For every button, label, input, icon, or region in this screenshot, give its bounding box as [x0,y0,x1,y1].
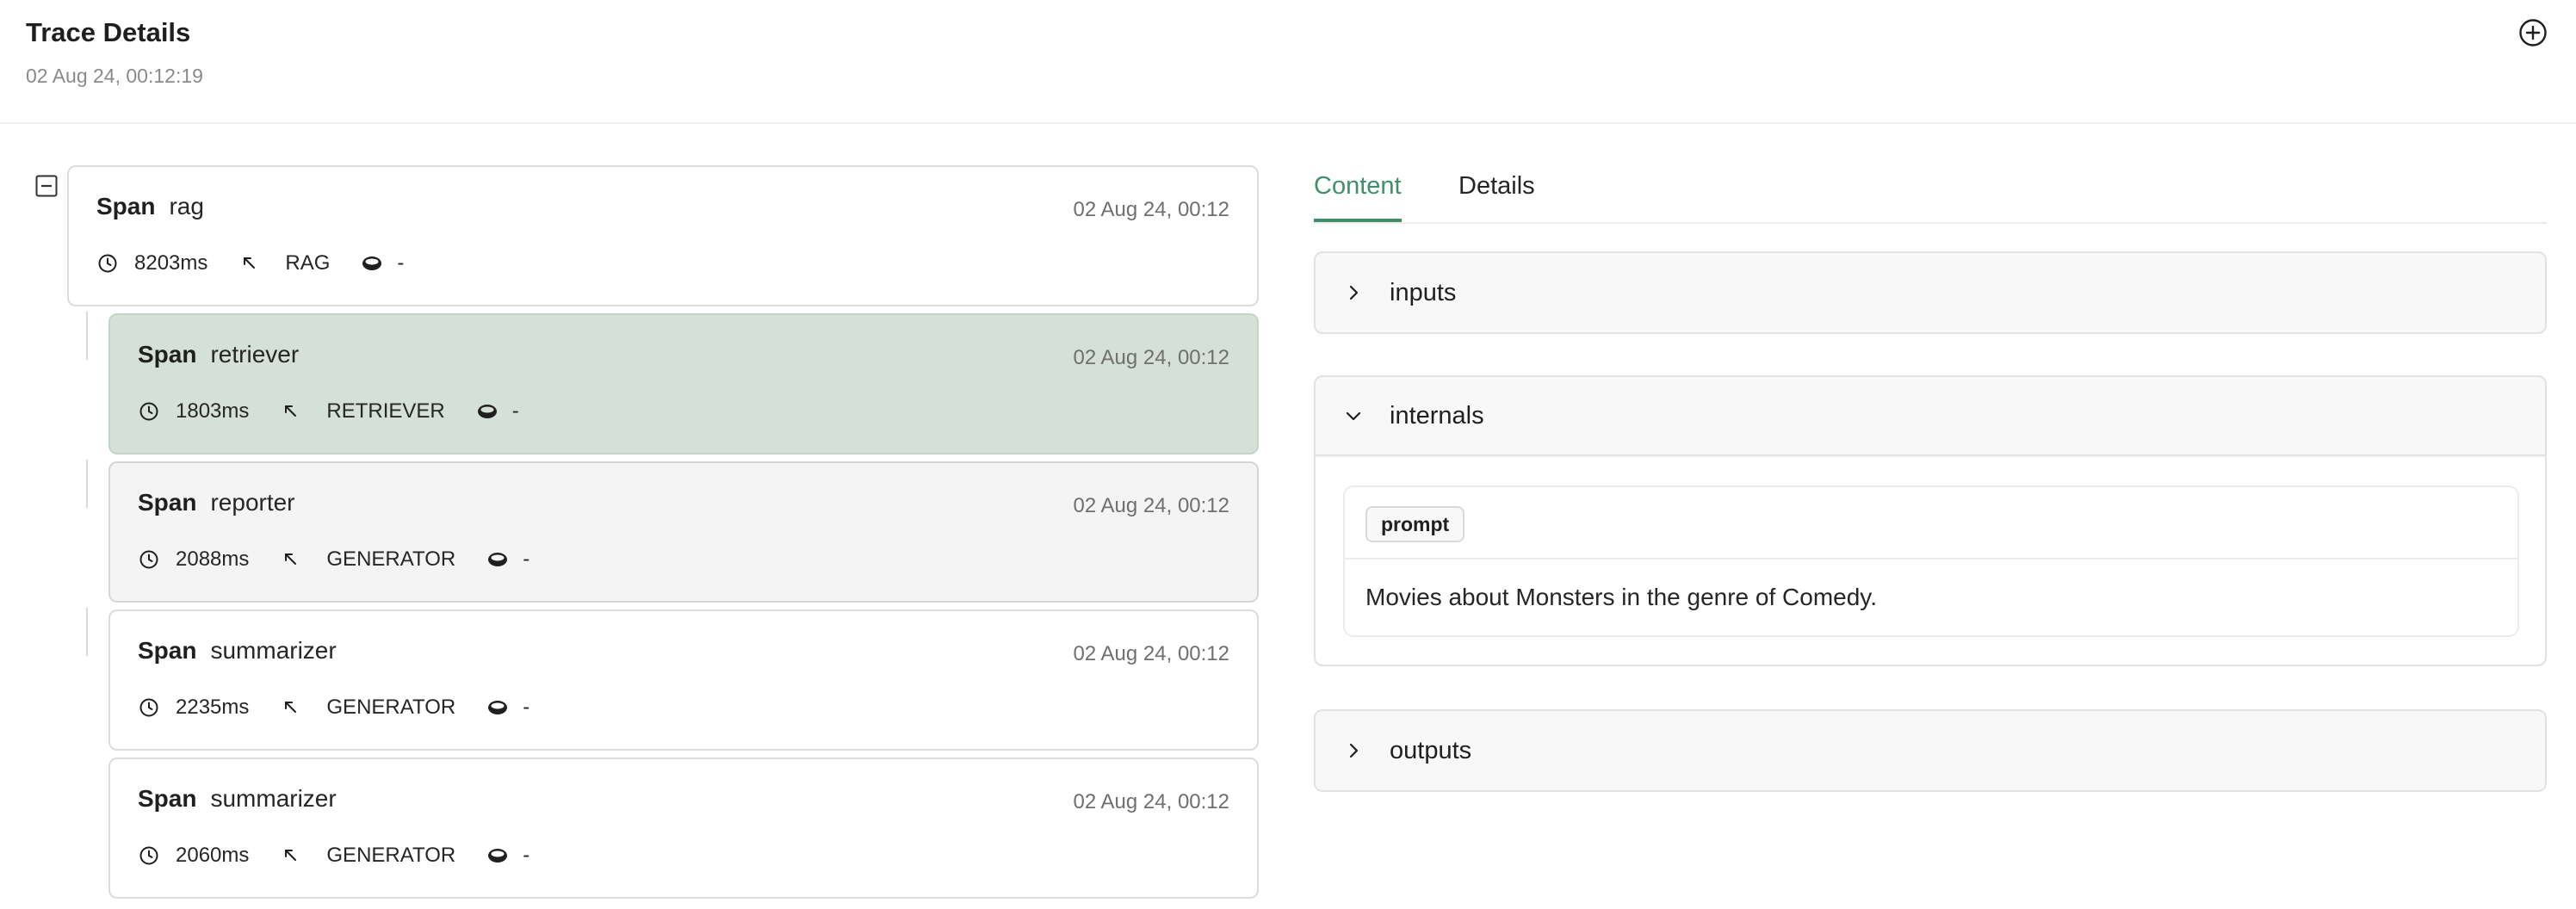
span-duration: 8203ms [134,251,208,275]
minus-square-icon [35,175,58,197]
span-heading: Span summarizer [138,785,337,813]
clock-icon [138,696,160,719]
span-meta: 2060ms GENERATOR - [138,844,529,868]
collapse-tree-button[interactable] [34,174,59,198]
tab-details[interactable]: Details [1458,172,1535,222]
span-timestamp: 02 Aug 24, 00:12 [1073,346,1230,369]
coin-icon [476,400,498,423]
arrow-up-left-icon [280,696,302,719]
span-type: GENERATOR [326,844,456,867]
clock-icon [138,844,160,867]
arrow-up-left-icon [280,400,302,423]
variable-card: prompt Movies about Monsters in the genr… [1343,485,2519,637]
span-timestamp: 02 Aug 24, 00:12 [1073,790,1230,813]
span-tokens: - [511,399,519,423]
span-tokens: - [397,251,405,275]
span-tokens: - [523,844,530,867]
span-name: summarizer [210,785,337,812]
span-meta: 2088ms GENERATOR - [138,547,529,572]
span-tokens: - [523,696,530,719]
tree-connector [86,608,88,656]
chevron-down-icon [1341,404,1365,428]
section-label: outputs [1390,736,1472,764]
coin-icon [361,252,383,275]
span-kind: Span [138,637,197,664]
span-name: retriever [210,341,300,368]
section-inputs: inputs [1314,251,2547,334]
span-type: GENERATOR [326,696,456,719]
span-name: rag [169,193,204,220]
span-meta: 1803ms RETRIEVER - [138,399,519,424]
span-duration: 2060ms [176,844,250,867]
clock-icon [96,252,119,275]
span-heading: Span rag [96,193,204,220]
tree-connector [86,312,88,360]
coin-icon [486,696,509,719]
span-timestamp: 02 Aug 24, 00:12 [1073,494,1230,517]
section-internals: internals prompt Movies about Monsters i… [1314,375,2547,666]
span-card-reporter[interactable]: Span reporter 02 Aug 24, 00:12 2088ms GE… [108,461,1259,603]
tree-connector [86,460,88,508]
plus-circle-icon [2519,19,2547,46]
span-meta: 8203ms RAG - [96,251,404,275]
span-type: RAG [285,251,331,275]
span-heading: Span retriever [138,341,299,368]
coin-icon [486,844,509,867]
span-duration: 1803ms [176,399,250,423]
span-heading: Span summarizer [138,637,337,665]
page-title: Trace Details [26,17,191,47]
chevron-right-icon [1341,739,1365,763]
arrow-up-left-icon [238,252,261,275]
span-name: summarizer [210,637,337,664]
section-internals-body: prompt Movies about Monsters in the genr… [1316,458,2545,665]
span-card-retriever[interactable]: Span retriever 02 Aug 24, 00:12 1803ms R… [108,313,1259,454]
span-meta: 2235ms GENERATOR - [138,696,529,720]
section-label: internals [1390,401,1484,430]
variable-key-badge: prompt [1365,506,1465,542]
tab-content[interactable]: Content [1314,172,1402,222]
span-card-rag[interactable]: Span rag 02 Aug 24, 00:12 8203ms RAG - [67,165,1259,306]
detail-tabs: Content Details [1314,164,2547,224]
chevron-right-icon [1341,281,1365,305]
span-name: reporter [210,489,295,516]
section-internals-toggle[interactable]: internals [1316,377,2545,456]
span-kind: Span [138,785,197,812]
span-duration: 2235ms [176,696,250,719]
trace-header: Trace Details 02 Aug 24, 00:12:19 [0,0,2576,124]
span-tokens: - [523,547,530,571]
span-card-summarizer[interactable]: Span summarizer 02 Aug 24, 00:12 2060ms … [108,758,1259,899]
section-outputs-toggle[interactable]: outputs [1316,711,2545,790]
arrow-up-left-icon [280,548,302,571]
add-button[interactable] [2517,17,2548,48]
clock-icon [138,400,160,423]
span-timestamp: 02 Aug 24, 00:12 [1073,198,1230,221]
variable-value: Movies about Monsters in the genre of Co… [1365,584,1878,610]
span-timestamp: 02 Aug 24, 00:12 [1073,642,1230,665]
span-heading: Span reporter [138,489,295,516]
arrow-up-left-icon [280,844,302,867]
section-outputs: outputs [1314,709,2547,792]
span-type: RETRIEVER [326,399,445,423]
trace-timestamp: 02 Aug 24, 00:12:19 [26,65,203,87]
span-kind: Span [96,193,156,220]
span-card-summarizer[interactable]: Span summarizer 02 Aug 24, 00:12 2235ms … [108,609,1259,751]
span-kind: Span [138,341,197,368]
variable-card-header: prompt [1345,487,2517,560]
span-duration: 2088ms [176,547,250,571]
section-inputs-toggle[interactable]: inputs [1316,253,2545,332]
clock-icon [138,548,160,571]
section-label: inputs [1390,278,1457,306]
span-type: GENERATOR [326,547,456,571]
span-kind: Span [138,489,197,516]
coin-icon [486,548,509,571]
